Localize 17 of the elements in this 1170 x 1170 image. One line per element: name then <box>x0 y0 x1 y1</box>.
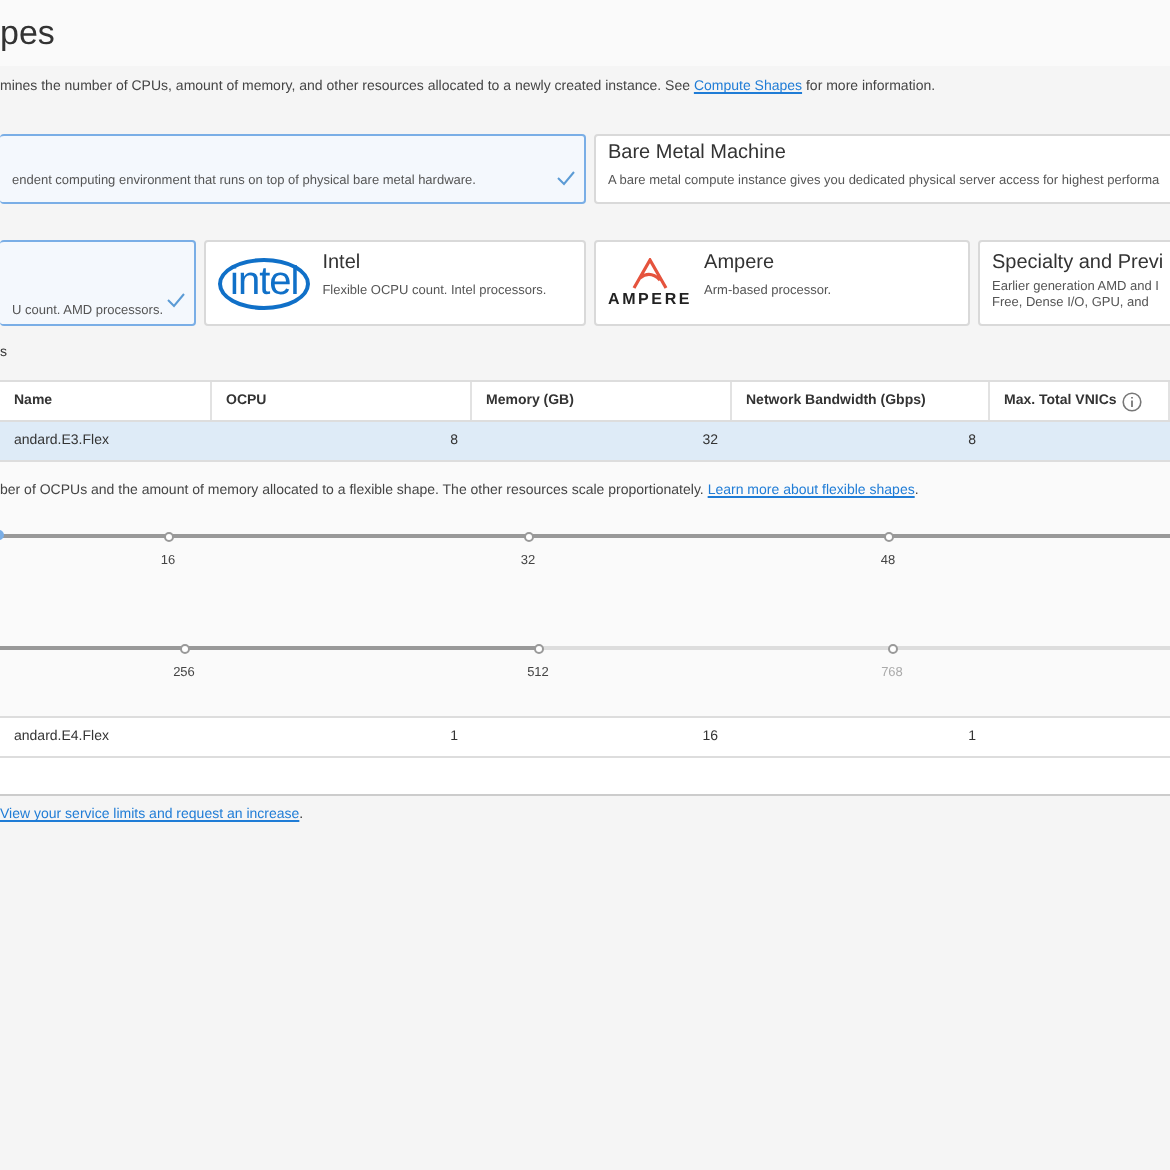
slider-tick <box>524 531 534 541</box>
slider-tick <box>180 643 190 653</box>
card-title: Ampere <box>704 252 777 278</box>
info-icon <box>1122 391 1143 411</box>
ampere-logo-text: AMPERE <box>608 290 693 308</box>
slider-tick <box>534 643 544 653</box>
check-icon <box>556 170 576 186</box>
slider-tick <box>888 643 898 653</box>
card-title: Bare Metal Machine <box>608 142 788 168</box>
slider-tick <box>884 531 894 541</box>
card-title: Intel <box>322 252 363 278</box>
card-title: Specialty and Previ <box>992 252 1164 278</box>
slider-tick <box>164 531 174 541</box>
intel-logo: intel <box>218 257 311 309</box>
check-icon <box>166 292 186 308</box>
page-title: pes <box>0 13 55 53</box>
ampere-a-icon <box>630 258 671 290</box>
